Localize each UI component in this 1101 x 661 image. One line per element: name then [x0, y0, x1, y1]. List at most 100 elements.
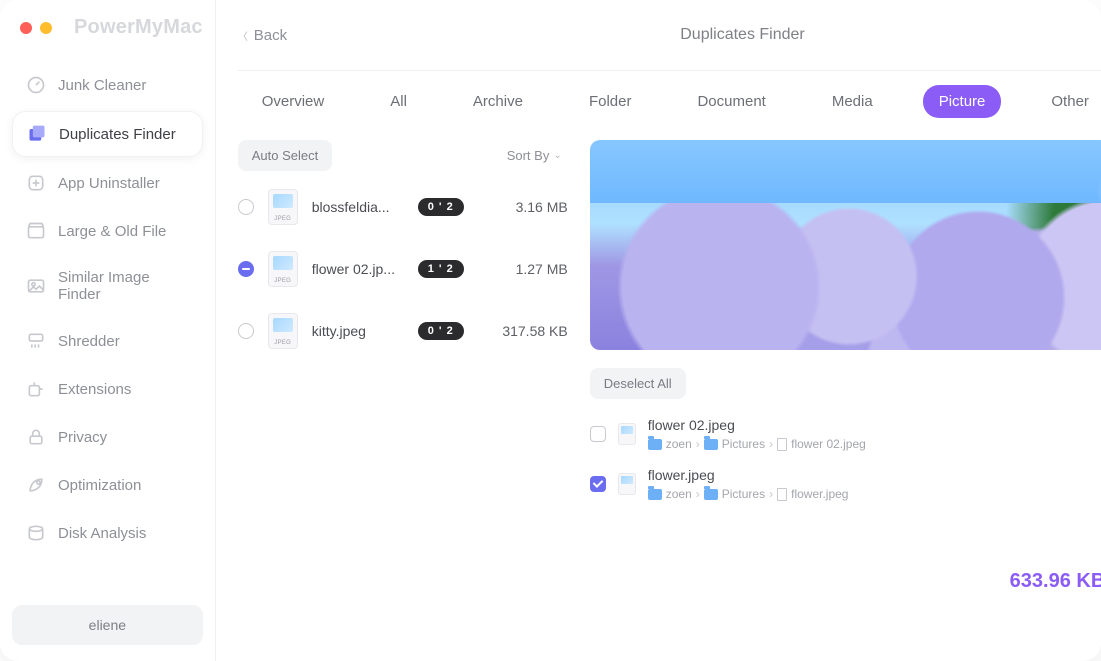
file-list: flower 02.jpeg zoen › Pictures › flower …: [590, 413, 1101, 505]
chevron-left-icon: 〈: [238, 28, 248, 43]
group-row[interactable]: blossfeldia... 0 ' 2 3.16 MB: [238, 189, 568, 225]
file-checkbox[interactable]: [590, 476, 606, 492]
plugin-icon: [26, 379, 46, 399]
path-segment: Pictures: [722, 437, 765, 451]
file-row[interactable]: flower.jpeg zoen › Pictures › flower.jpe…: [590, 463, 1101, 505]
folder-icon: [648, 439, 662, 450]
group-checkbox[interactable]: [238, 199, 254, 215]
file-row[interactable]: flower 02.jpeg zoen › Pictures › flower …: [590, 413, 1101, 455]
group-checkbox[interactable]: [238, 323, 254, 339]
image-preview: [590, 140, 1101, 350]
tab-picture[interactable]: Picture: [923, 85, 1002, 118]
sidebar-item-large-old-file[interactable]: Large & Old File: [12, 209, 203, 253]
gauge-icon: [26, 75, 46, 95]
folder-icon: [704, 439, 718, 450]
sidebar-item-label: Duplicates Finder: [59, 126, 176, 143]
sidebar-item-label: Junk Cleaner: [58, 77, 146, 94]
sidebar-item-optimization[interactable]: Optimization: [12, 463, 203, 507]
back-button[interactable]: 〈 Back: [238, 27, 287, 44]
path-segment: flower 02.jpeg: [791, 437, 866, 451]
path-segment: zoen: [666, 437, 692, 451]
shredder-icon: [26, 331, 46, 351]
image-icon: [26, 276, 46, 296]
duplicates-icon: [27, 124, 47, 144]
group-size: 317.58 KB: [498, 323, 568, 339]
sidebar-item-shredder[interactable]: Shredder: [12, 319, 203, 363]
group-sort-button[interactable]: Sort By ⌄: [507, 148, 562, 163]
main-content: 〈 Back Duplicates Finder ? Overview All …: [216, 0, 1101, 661]
path-segment: flower.jpeg: [791, 487, 848, 501]
group-list-pane: Auto Select Sort By ⌄ blossfeldia... 0 '…: [238, 140, 568, 661]
file-icon: [777, 488, 787, 501]
sidebar: PowerMyMac Junk Cleaner Duplicates Finde…: [0, 0, 216, 661]
lock-icon: [26, 427, 46, 447]
path-segment: Pictures: [722, 487, 765, 501]
sidebar-item-label: Shredder: [58, 333, 120, 350]
sidebar-item-label: Optimization: [58, 477, 141, 494]
app-window: PowerMyMac Junk Cleaner Duplicates Finde…: [0, 0, 1101, 661]
group-checkbox[interactable]: [238, 261, 254, 277]
sidebar-item-duplicates-finder[interactable]: Duplicates Finder: [12, 111, 203, 157]
path-segment: zoen: [666, 487, 692, 501]
user-account[interactable]: eliene: [12, 605, 203, 645]
minimize-window-button[interactable]: [40, 22, 52, 34]
file-path: zoen › Pictures › flower.jpeg: [648, 487, 1101, 501]
deselect-all-button[interactable]: Deselect All: [590, 368, 686, 399]
file-checkbox[interactable]: [590, 426, 606, 442]
sidebar-item-label: Disk Analysis: [58, 525, 146, 542]
file-name: flower.jpeg: [648, 467, 1101, 483]
tab-all[interactable]: All: [374, 85, 423, 118]
close-window-button[interactable]: [20, 22, 32, 34]
group-filename: kitty.jpeg: [312, 323, 404, 339]
group-size: 3.16 MB: [498, 199, 568, 215]
sidebar-item-similar-image-finder[interactable]: Similar Image Finder: [12, 257, 203, 315]
page-title: Duplicates Finder: [680, 26, 805, 44]
count-badge: 0 ' 2: [418, 322, 464, 340]
sidebar-item-app-uninstaller[interactable]: App Uninstaller: [12, 161, 203, 205]
detail-pane: Deselect All Sort By ⌄ flower 02.jpeg: [590, 140, 1101, 661]
detail-controls: Deselect All Sort By ⌄: [590, 368, 1101, 399]
sort-by-label: Sort By: [507, 148, 550, 163]
file-name: flower 02.jpeg: [648, 417, 1101, 433]
divider: [238, 70, 1101, 71]
file-info: flower 02.jpeg zoen › Pictures › flower …: [648, 417, 1101, 451]
selected-total-size: 633.96 KB: [1010, 570, 1101, 593]
tab-document[interactable]: Document: [681, 85, 781, 118]
tab-folder[interactable]: Folder: [573, 85, 648, 118]
group-row[interactable]: flower 02.jp... 1 ' 2 1.27 MB: [238, 251, 568, 287]
folder-icon: [704, 489, 718, 500]
jpeg-thumbnail-icon: [268, 313, 298, 349]
tab-archive[interactable]: Archive: [457, 85, 539, 118]
sidebar-item-junk-cleaner[interactable]: Junk Cleaner: [12, 63, 203, 107]
back-label: Back: [254, 27, 287, 44]
window-controls: PowerMyMac: [12, 16, 203, 39]
file-info: flower.jpeg zoen › Pictures › flower.jpe…: [648, 467, 1101, 501]
group-filename: blossfeldia...: [312, 199, 404, 215]
jpeg-thumbnail-icon: [618, 423, 636, 445]
group-row[interactable]: kitty.jpeg 0 ' 2 317.58 KB: [238, 313, 568, 349]
tab-media[interactable]: Media: [816, 85, 889, 118]
topbar: 〈 Back Duplicates Finder ?: [238, 18, 1101, 52]
chevron-down-icon: ⌄: [553, 150, 561, 161]
folder-icon: [648, 489, 662, 500]
sidebar-nav: Junk Cleaner Duplicates Finder App Unins…: [12, 63, 203, 555]
sidebar-item-label: Extensions: [58, 381, 131, 398]
breadcrumb-separator: ›: [696, 437, 700, 451]
file-icon: [777, 438, 787, 451]
rocket-icon: [26, 475, 46, 495]
auto-select-button[interactable]: Auto Select: [238, 140, 333, 171]
group-list-controls: Auto Select Sort By ⌄: [238, 140, 568, 171]
breadcrumb-separator: ›: [769, 437, 773, 451]
sidebar-item-privacy[interactable]: Privacy: [12, 415, 203, 459]
sidebar-item-disk-analysis[interactable]: Disk Analysis: [12, 511, 203, 555]
tab-overview[interactable]: Overview: [246, 85, 341, 118]
file-path: zoen › Pictures › flower 02.jpeg: [648, 437, 1101, 451]
tab-other[interactable]: Other: [1035, 85, 1101, 118]
sidebar-item-extensions[interactable]: Extensions: [12, 367, 203, 411]
filter-tabs: Overview All Archive Folder Document Med…: [238, 85, 1101, 118]
sidebar-item-label: App Uninstaller: [58, 175, 160, 192]
group-filename: flower 02.jp...: [312, 261, 404, 277]
sidebar-item-label: Large & Old File: [58, 223, 166, 240]
app-brand: PowerMyMac: [74, 16, 203, 39]
jpeg-thumbnail-icon: [268, 251, 298, 287]
